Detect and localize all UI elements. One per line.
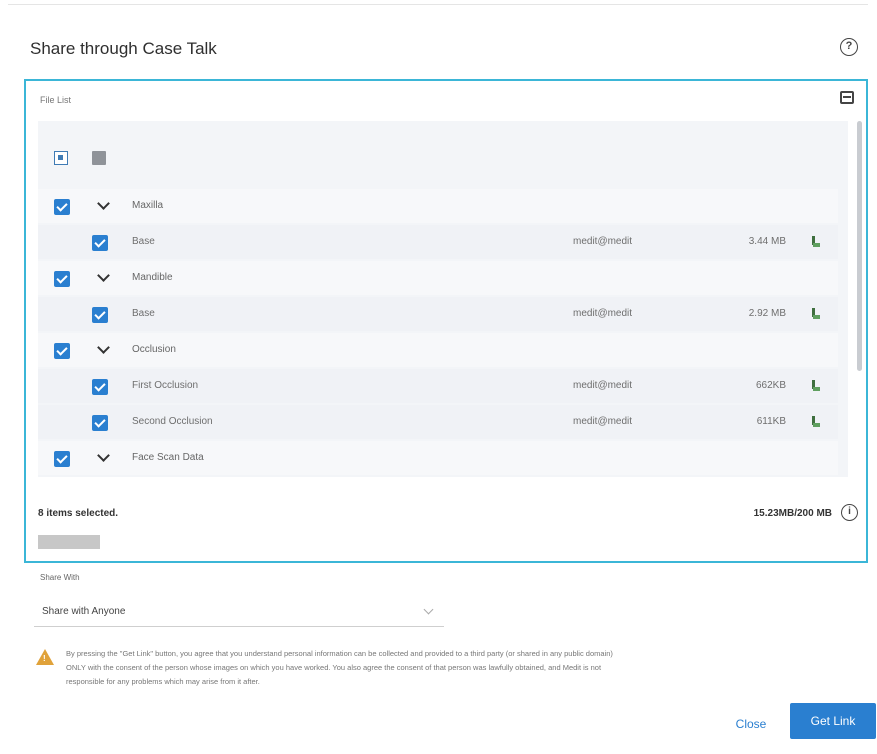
chevron-down-icon — [423, 604, 434, 615]
get-link-button[interactable]: Get Link — [790, 703, 876, 739]
chevron-down-icon[interactable] — [96, 197, 112, 213]
file-checkbox[interactable] — [92, 235, 108, 251]
file-name: Base — [132, 236, 155, 247]
file-checkbox[interactable] — [92, 307, 108, 323]
file-list-icon[interactable] — [840, 91, 854, 104]
file-row[interactable]: First Occlusion medit@medit 662KB — [38, 369, 838, 403]
group-checkbox[interactable] — [54, 343, 70, 359]
file-list-label: File List — [40, 95, 72, 105]
file-owner: medit@medit — [573, 380, 633, 391]
download-icon[interactable] — [810, 379, 822, 393]
help-icon[interactable]: ? — [840, 38, 858, 56]
storage-progress-bar — [38, 535, 100, 549]
list-scrollbar[interactable] — [857, 121, 862, 371]
file-size: 3.44 MB — [748, 236, 786, 247]
header-toggle-checkbox[interactable] — [92, 151, 106, 165]
file-row[interactable]: Base medit@medit 2.92 MB — [38, 297, 838, 331]
file-size: 2.92 MB — [748, 308, 786, 319]
file-owner: medit@medit — [573, 308, 633, 319]
file-name: Base — [132, 308, 155, 319]
group-name: Face Scan Data — [132, 452, 204, 463]
file-size: 611KB — [756, 416, 786, 427]
group-row-face-scan-data[interactable]: Face Scan Data — [38, 441, 838, 475]
disclaimer-line: responsible for any problems which may a… — [66, 677, 260, 686]
group-row-maxilla[interactable]: Maxilla — [38, 189, 838, 223]
dialog-title: Share through Case Talk — [30, 39, 217, 58]
share-with-value: Share with Anyone — [42, 606, 126, 617]
share-with-label: Share With — [40, 573, 80, 582]
share-dialog: Share through Case Talk ? File List Maxi… — [8, 4, 876, 750]
warning-mark: ! — [43, 654, 46, 663]
file-owner: medit@medit — [573, 236, 633, 247]
file-row[interactable]: Base medit@medit 3.44 MB — [38, 225, 838, 259]
file-name: Second Occlusion — [132, 416, 213, 427]
chevron-down-icon[interactable] — [96, 269, 112, 285]
file-size: 662KB — [755, 380, 786, 391]
file-checkbox[interactable] — [92, 415, 108, 431]
chevron-down-icon[interactable] — [96, 449, 112, 465]
select-all-checkbox[interactable] — [54, 151, 68, 165]
disclaimer-text: By pressing the "Get Link" button, you a… — [66, 647, 866, 689]
selected-count: 8 items selected. — [38, 508, 119, 519]
file-list-panel: File List Maxilla Base medit@medit 3.44 … — [24, 79, 868, 563]
group-row-occlusion[interactable]: Occlusion — [38, 333, 838, 367]
download-icon[interactable] — [810, 235, 822, 249]
share-with-select[interactable]: Share with Anyone — [34, 595, 444, 627]
file-row[interactable]: Second Occlusion medit@medit 611KB — [38, 405, 838, 439]
file-checkbox[interactable] — [92, 379, 108, 395]
group-checkbox[interactable] — [54, 271, 70, 287]
group-row-mandible[interactable]: Mandible — [38, 261, 838, 295]
chevron-down-icon[interactable] — [96, 341, 112, 357]
storage-usage: 15.23MB/200 MB — [753, 508, 832, 519]
group-name: Occlusion — [132, 344, 176, 355]
file-name: First Occlusion — [132, 380, 199, 391]
group-checkbox[interactable] — [54, 199, 70, 215]
disclaimer-line: ONLY with the consent of the person whos… — [66, 663, 602, 672]
info-icon[interactable]: i — [841, 504, 858, 521]
file-owner: medit@medit — [573, 416, 633, 427]
disclaimer-line: By pressing the "Get Link" button, you a… — [66, 649, 613, 658]
file-list: Maxilla Base medit@medit 3.44 MB Mandibl… — [38, 121, 848, 477]
list-header — [38, 121, 848, 183]
group-checkbox[interactable] — [54, 451, 70, 467]
download-icon[interactable] — [810, 307, 822, 321]
download-icon[interactable] — [810, 415, 822, 429]
group-name: Maxilla — [132, 200, 164, 211]
close-button[interactable]: Close — [722, 707, 780, 741]
group-name: Mandible — [132, 272, 173, 283]
